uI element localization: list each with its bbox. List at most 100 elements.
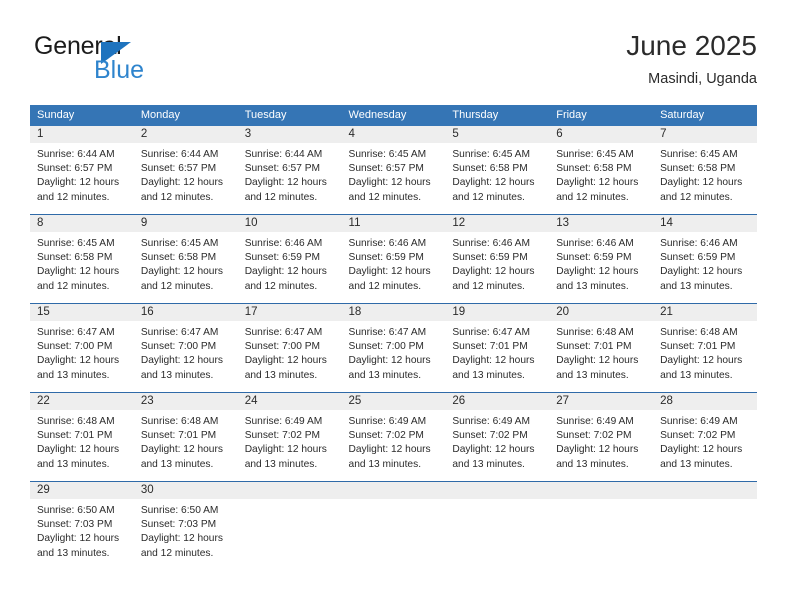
sunset-text: Sunset: 7:01 PM bbox=[660, 341, 736, 353]
day-cell[interactable]: 17 Sunrise: 6:47 AM Sunset: 7:00 PM Dayl… bbox=[237, 303, 342, 393]
day-cell[interactable]: 2 Sunrise: 6:44 AM Sunset: 6:57 PM Dayli… bbox=[133, 126, 238, 215]
title-block: June 2025 Masindi, Uganda bbox=[626, 30, 757, 87]
day-cell[interactable]: 13 Sunrise: 6:46 AM Sunset: 6:59 PM Dayl… bbox=[549, 214, 654, 304]
day-number bbox=[341, 482, 446, 499]
sunrise-text: Sunrise: 6:46 AM bbox=[556, 238, 634, 249]
day-cell[interactable]: 12 Sunrise: 6:46 AM Sunset: 6:59 PM Dayl… bbox=[445, 214, 550, 304]
day-cell[interactable]: 8 Sunrise: 6:45 AM Sunset: 6:58 PM Dayli… bbox=[30, 214, 134, 304]
sunrise-text: Sunrise: 6:49 AM bbox=[244, 416, 323, 427]
day-cell[interactable]: 3 Sunrise: 6:44 AM Sunset: 6:57 PM Dayli… bbox=[237, 126, 342, 215]
day-details: Sunrise: 6:48 AM Sunset: 7:01 PM Dayligh… bbox=[653, 321, 757, 383]
day-cell[interactable]: 4 Sunrise: 6:45 AM Sunset: 6:57 PM Dayli… bbox=[341, 126, 446, 215]
day-cell[interactable]: 9 Sunrise: 6:45 AM Sunset: 6:58 PM Dayli… bbox=[133, 214, 238, 304]
week-row: 29 Sunrise: 6:50 AM Sunset: 7:03 PM Dayl… bbox=[30, 481, 757, 570]
daylight-text-line2: and 13 minutes. bbox=[660, 280, 733, 292]
daylight-text-line2: and 13 minutes. bbox=[660, 369, 733, 381]
daylight-text-line1: Daylight: 12 hours bbox=[37, 533, 120, 545]
day-cell[interactable]: 29 Sunrise: 6:50 AM Sunset: 7:03 PM Dayl… bbox=[30, 481, 134, 570]
sunrise-text: Sunrise: 6:44 AM bbox=[244, 149, 323, 160]
day-cell[interactable]: 19 Sunrise: 6:47 AM Sunset: 7:01 PM Dayl… bbox=[445, 303, 550, 393]
day-cell[interactable]: 27 Sunrise: 6:49 AM Sunset: 7:02 PM Dayl… bbox=[549, 392, 654, 482]
day-cell[interactable]: 20 Sunrise: 6:48 AM Sunset: 7:01 PM Dayl… bbox=[549, 303, 654, 393]
sunrise-text: Sunrise: 6:45 AM bbox=[452, 149, 530, 160]
sunset-text: Sunset: 7:00 PM bbox=[37, 341, 113, 353]
daylight-text-line2: and 13 minutes. bbox=[452, 458, 525, 470]
daylight-text-line2: and 12 minutes. bbox=[556, 191, 629, 203]
daylight-text-line1: Daylight: 12 hours bbox=[348, 355, 431, 367]
day-cell[interactable]: 16 Sunrise: 6:47 AM Sunset: 7:00 PM Dayl… bbox=[133, 303, 238, 393]
day-cell[interactable]: 1 Sunrise: 6:44 AM Sunset: 6:57 PM Dayli… bbox=[30, 126, 134, 215]
day-details: Sunrise: 6:45 AM Sunset: 6:58 PM Dayligh… bbox=[445, 143, 549, 205]
day-number: 17 bbox=[237, 304, 342, 321]
sunset-text: Sunset: 7:00 PM bbox=[348, 341, 424, 353]
daylight-text-line1: Daylight: 12 hours bbox=[140, 355, 223, 367]
daylight-text-line1: Daylight: 12 hours bbox=[660, 266, 743, 278]
sunset-text: Sunset: 6:59 PM bbox=[244, 252, 321, 264]
sunrise-text: Sunrise: 6:48 AM bbox=[37, 416, 115, 427]
sunset-text: Sunset: 7:00 PM bbox=[244, 341, 321, 353]
sunrise-text: Sunrise: 6:44 AM bbox=[140, 149, 219, 160]
day-cell[interactable]: 6 Sunrise: 6:45 AM Sunset: 6:58 PM Dayli… bbox=[549, 126, 654, 215]
location-subtitle: Masindi, Uganda bbox=[648, 71, 757, 88]
day-cell[interactable]: 30 Sunrise: 6:50 AM Sunset: 7:03 PM Dayl… bbox=[133, 481, 238, 570]
day-details: Sunrise: 6:45 AM Sunset: 6:58 PM Dayligh… bbox=[653, 143, 757, 205]
daylight-text-line1: Daylight: 12 hours bbox=[140, 533, 223, 545]
sunrise-text: Sunrise: 6:47 AM bbox=[244, 327, 323, 338]
daylight-text-line1: Daylight: 12 hours bbox=[348, 266, 431, 278]
daylight-text-line2: and 13 minutes. bbox=[140, 458, 214, 470]
day-cell-empty bbox=[341, 481, 446, 570]
day-cell[interactable]: 21 Sunrise: 6:48 AM Sunset: 7:01 PM Dayl… bbox=[653, 303, 757, 393]
day-details: Sunrise: 6:45 AM Sunset: 6:58 PM Dayligh… bbox=[549, 143, 653, 205]
day-cell[interactable]: 28 Sunrise: 6:49 AM Sunset: 7:02 PM Dayl… bbox=[653, 392, 757, 482]
day-details: Sunrise: 6:47 AM Sunset: 7:00 PM Dayligh… bbox=[238, 321, 342, 383]
day-number: 23 bbox=[133, 393, 238, 410]
day-cell[interactable]: 18 Sunrise: 6:47 AM Sunset: 7:00 PM Dayl… bbox=[341, 303, 446, 393]
day-number: 2 bbox=[133, 126, 238, 143]
day-details: Sunrise: 6:46 AM Sunset: 6:59 PM Dayligh… bbox=[445, 232, 549, 294]
daylight-text-line1: Daylight: 12 hours bbox=[37, 266, 120, 278]
day-cell[interactable]: 23 Sunrise: 6:48 AM Sunset: 7:01 PM Dayl… bbox=[133, 392, 238, 482]
sunset-text: Sunset: 7:02 PM bbox=[244, 430, 321, 442]
day-number: 29 bbox=[30, 482, 134, 499]
weekday-header-wednesday: Wednesday bbox=[341, 105, 446, 126]
daylight-text-line1: Daylight: 12 hours bbox=[556, 444, 639, 456]
sunset-text: Sunset: 6:58 PM bbox=[452, 163, 528, 175]
daylight-text-line1: Daylight: 12 hours bbox=[556, 177, 639, 189]
day-cell[interactable]: 22 Sunrise: 6:48 AM Sunset: 7:01 PM Dayl… bbox=[30, 392, 134, 482]
day-cell[interactable]: 25 Sunrise: 6:49 AM Sunset: 7:02 PM Dayl… bbox=[341, 392, 446, 482]
daylight-text-line1: Daylight: 12 hours bbox=[244, 266, 327, 278]
sunset-text: Sunset: 6:57 PM bbox=[37, 163, 113, 175]
daylight-text-line1: Daylight: 12 hours bbox=[37, 177, 120, 189]
day-cell[interactable]: 11 Sunrise: 6:46 AM Sunset: 6:59 PM Dayl… bbox=[341, 214, 446, 304]
daylight-text-line1: Daylight: 12 hours bbox=[244, 355, 327, 367]
day-cell[interactable]: 14 Sunrise: 6:46 AM Sunset: 6:59 PM Dayl… bbox=[653, 214, 757, 304]
day-cell[interactable]: 24 Sunrise: 6:49 AM Sunset: 7:02 PM Dayl… bbox=[237, 392, 342, 482]
sunset-text: Sunset: 7:03 PM bbox=[140, 519, 217, 531]
daylight-text-line2: and 13 minutes. bbox=[37, 369, 110, 381]
daylight-text-line2: and 13 minutes. bbox=[140, 369, 214, 381]
day-number: 15 bbox=[30, 304, 134, 321]
daylight-text-line2: and 12 minutes. bbox=[348, 191, 422, 203]
daylight-text-line2: and 13 minutes. bbox=[452, 369, 525, 381]
general-blue-logo[interactable]: General Blue bbox=[34, 34, 254, 90]
day-cell[interactable]: 15 Sunrise: 6:47 AM Sunset: 7:00 PM Dayl… bbox=[30, 303, 134, 393]
day-number: 16 bbox=[133, 304, 238, 321]
sunset-text: Sunset: 6:59 PM bbox=[348, 252, 424, 264]
day-details: Sunrise: 6:49 AM Sunset: 7:02 PM Dayligh… bbox=[342, 410, 446, 472]
day-cell[interactable]: 10 Sunrise: 6:46 AM Sunset: 6:59 PM Dayl… bbox=[237, 214, 342, 304]
daylight-text-line2: and 12 minutes. bbox=[348, 280, 422, 292]
sunset-text: Sunset: 6:59 PM bbox=[452, 252, 528, 264]
daylight-text-line2: and 13 minutes. bbox=[556, 369, 629, 381]
daylight-text-line1: Daylight: 12 hours bbox=[140, 444, 223, 456]
weekday-header-sunday: Sunday bbox=[30, 105, 134, 126]
daylight-text-line1: Daylight: 12 hours bbox=[140, 266, 223, 278]
day-cell[interactable]: 26 Sunrise: 6:49 AM Sunset: 7:02 PM Dayl… bbox=[445, 392, 550, 482]
daylight-text-line2: and 12 minutes. bbox=[140, 280, 214, 292]
daylight-text-line1: Daylight: 12 hours bbox=[37, 355, 120, 367]
day-number: 28 bbox=[653, 393, 757, 410]
day-cell[interactable]: 7 Sunrise: 6:45 AM Sunset: 6:58 PM Dayli… bbox=[653, 126, 757, 215]
daylight-text-line2: and 12 minutes. bbox=[244, 191, 318, 203]
day-cell[interactable]: 5 Sunrise: 6:45 AM Sunset: 6:58 PM Dayli… bbox=[445, 126, 550, 215]
sunset-text: Sunset: 6:58 PM bbox=[37, 252, 113, 264]
day-number: 8 bbox=[30, 215, 134, 232]
